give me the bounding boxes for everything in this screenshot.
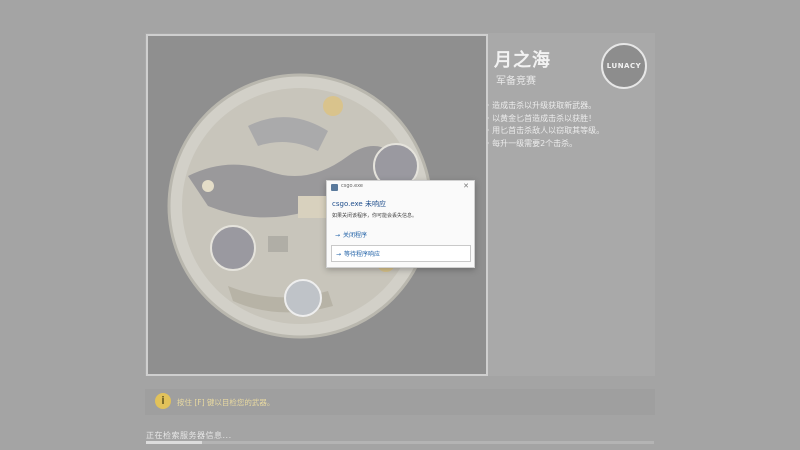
close-icon[interactable]: ✕ [463, 182, 469, 190]
arrow-right-icon: → [336, 251, 342, 258]
wait-for-program-button[interactable]: → 等待程序响应 [331, 245, 471, 262]
logo-text: LUNACY [606, 62, 642, 70]
rules-list: 造成击杀以升级获取新武器。 以黄金匕首造成击杀以获胜！ 用匕首击杀敌人以窃取其等… [487, 100, 604, 150]
info-icon: i [155, 393, 171, 409]
dialog-app-name: csgo.exe [341, 183, 363, 189]
map-title: 月之海 [494, 50, 551, 71]
dialog-heading: csgo.exe 未响应 [332, 200, 386, 208]
close-program-button[interactable]: → 关闭程序 [331, 227, 471, 244]
app-icon [331, 184, 338, 191]
rule-item: 造成击杀以升级获取新武器。 [487, 100, 604, 113]
arrow-right-icon: → [335, 232, 341, 239]
not-responding-dialog: csgo.exe ✕ csgo.exe 未响应 如果关闭该程序，你可能会丢失信息… [326, 180, 475, 268]
rule-item: 用匕首击杀敌人以窃取其等级。 [487, 125, 604, 138]
game-mode-label: 军备竞赛 [496, 76, 536, 87]
wait-for-program-label: 等待程序响应 [344, 251, 381, 258]
map-logo: LUNACY [601, 43, 647, 89]
rule-item: 每升一级需要2个击杀。 [487, 138, 604, 151]
loading-status: 正在检索服务器信息... [146, 431, 232, 440]
loading-progress-bar [146, 441, 654, 444]
hint-text: 按住 [F] 键以目检您的武器。 [177, 398, 275, 407]
dialog-message: 如果关闭该程序，你可能会丢失信息。 [332, 213, 418, 219]
loading-progress-fill [146, 441, 202, 444]
close-program-label: 关闭程序 [343, 232, 368, 239]
rule-item: 以黄金匕首造成击杀以获胜！ [487, 113, 604, 126]
dialog-titlebar: csgo.exe ✕ [327, 181, 474, 194]
